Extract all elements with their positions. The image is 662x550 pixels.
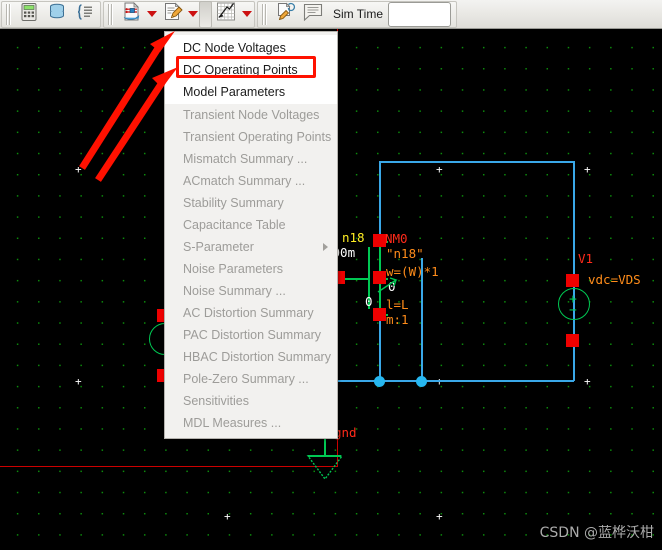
calculator-button[interactable] (15, 1, 43, 28)
menu-item-label: Model Parameters (183, 85, 286, 99)
menu-item-label: HBAC Distortion Summary (183, 350, 331, 364)
pin-bulk[interactable] (373, 271, 386, 284)
chevron-down-icon (146, 11, 157, 17)
menu-item-label: Mismatch Summary ... (183, 152, 308, 166)
results-browser-dropdown[interactable] (240, 2, 253, 27)
toolbar-pressed-slot[interactable] (199, 0, 212, 28)
width-expression: w=(W)*1 (386, 264, 439, 279)
menu-item-mismatch-summary[interactable]: Mismatch Summary ... (165, 148, 337, 170)
menu-item-label: Transient Node Voltages (183, 108, 320, 122)
edit-variables-button[interactable] (158, 1, 186, 28)
menu-item-mdl-measures[interactable]: MDL Measures ... (165, 412, 337, 434)
model-name: "n18" (386, 246, 424, 261)
log-icon (302, 1, 324, 28)
vsrc-minus-icon: − (569, 303, 577, 318)
edit-variables-dropdown[interactable] (186, 2, 199, 27)
chevron-down-icon-2 (187, 11, 198, 17)
sim-time-input[interactable] (388, 1, 452, 27)
menu-item-stability-summary[interactable]: Stability Summary (165, 192, 337, 214)
menu-item-label: Sensitivities (183, 394, 249, 408)
wire-top[interactable] (379, 161, 574, 163)
net-label-n18: n18 (342, 230, 365, 245)
instance-name-v1: V1 (578, 251, 594, 266)
length-expression: l=L (386, 297, 409, 312)
toolbar-grip-icon-2[interactable] (108, 3, 115, 25)
menu-item-label: Capacitance Table (183, 218, 286, 232)
database-button[interactable] (43, 1, 71, 28)
menu-item-label: Pole-Zero Summary ... (183, 372, 309, 386)
simulation-setup-dropdown[interactable] (145, 2, 158, 27)
results-browser-icon (215, 1, 237, 28)
calculator-icon (19, 2, 39, 27)
simulation-setup-button[interactable] (117, 1, 145, 28)
wire-junction[interactable] (374, 376, 385, 387)
edit-variables-icon (162, 1, 183, 27)
submenu-arrow-icon (323, 243, 328, 251)
annotate-button[interactable] (271, 1, 299, 28)
menu-item-label: Noise Summary ... (183, 284, 286, 298)
netlist-button[interactable] (71, 1, 99, 28)
menu-item-label: DC Node Voltages (183, 41, 286, 55)
menu-item-label: ACmatch Summary ... (183, 174, 306, 188)
menu-item-hbac-distortion-summary[interactable]: HBAC Distortion Summary (165, 346, 337, 368)
menu-item-transient-operating-points[interactable]: Transient Operating Points (165, 126, 337, 148)
grid-cross-icon: + (584, 163, 591, 176)
menu-item-sensitivities[interactable]: Sensitivities (165, 390, 337, 412)
instance-name-nm0: NM0 (385, 231, 408, 246)
netlist-icon (75, 2, 95, 27)
log-button[interactable] (299, 1, 327, 28)
grid-cross-icon: + (436, 375, 443, 388)
ground-bar (308, 455, 341, 457)
grid-cross-icon: + (584, 375, 591, 388)
wire-bottom[interactable] (312, 380, 574, 382)
menu-item-noise-summary[interactable]: Noise Summary ... (165, 280, 337, 302)
simulation-setup-icon (121, 1, 142, 27)
menu-item-noise-parameters[interactable]: Noise Parameters (165, 258, 337, 280)
width-value: 0 (388, 279, 396, 294)
menu-item-label: AC Distortion Summary (183, 306, 314, 320)
toolbar-group-2 (103, 0, 255, 28)
pin-vsrc-bottom[interactable] (566, 334, 579, 347)
menu-item-capacitance-table[interactable]: Capacitance Table (165, 214, 337, 236)
watermark: CSDN @蓝桦沃柑 (539, 525, 654, 541)
menu-item-label: PAC Distortion Summary (183, 328, 321, 342)
grid-cross-icon: + (436, 163, 443, 176)
toolbar-grip-icon[interactable] (6, 3, 13, 25)
wire-junction[interactable] (416, 376, 427, 387)
toolbar-group-1 (1, 0, 101, 28)
menu-item-label: Noise Parameters (183, 262, 284, 276)
menu-item-label: Transient Operating Points (183, 130, 332, 144)
annotation-highlight-box (176, 56, 316, 78)
grid-cross-icon: + (75, 163, 82, 176)
pin-vsrc-top[interactable] (566, 274, 579, 287)
menu-item-s-parameter[interactable]: S-Parameter (165, 236, 337, 258)
main-toolbar: Sim Time (0, 0, 662, 29)
menu-item-ac-distortion-summary[interactable]: AC Distortion Summary (165, 302, 337, 324)
grid-cross-icon: + (436, 510, 443, 523)
body-zero: 0 (365, 294, 373, 309)
menu-item-label: MDL Measures ... (183, 416, 282, 430)
results-menu[interactable]: DC Node Voltages DC Operating Points Mod… (164, 31, 338, 439)
vsrc-value: vdc=VDS (588, 272, 641, 287)
menu-item-pole-zero-summary[interactable]: Pole-Zero Summary ... (165, 368, 337, 390)
toolbar-grip-icon-3[interactable] (262, 3, 269, 25)
menu-item-label: S-Parameter (183, 240, 254, 254)
menu-item-model-parameters[interactable]: Model Parameters (165, 81, 337, 103)
menu-item-label: Stability Summary (183, 196, 284, 210)
grid-cross-icon: + (75, 375, 82, 388)
wire-right-vertical[interactable] (573, 161, 575, 381)
chevron-down-icon-3 (241, 11, 252, 17)
menu-item-transient-node-voltages[interactable]: Transient Node Voltages (165, 104, 337, 126)
database-icon (47, 2, 67, 27)
results-browser-button[interactable] (212, 1, 240, 28)
sim-time-label: Sim Time (333, 7, 384, 21)
pin-source[interactable] (373, 308, 386, 321)
menu-item-acmatch-summary[interactable]: ACmatch Summary ... (165, 170, 337, 192)
voltage-source-symbol[interactable]: + − (558, 288, 590, 320)
menu-item-pac-distortion-summary[interactable]: PAC Distortion Summary (165, 324, 337, 346)
annotate-icon (275, 1, 296, 27)
multiplier-label: m:1 (386, 312, 409, 327)
grid-cross-icon: + (224, 510, 231, 523)
toolbar-group-3: Sim Time (257, 0, 458, 28)
